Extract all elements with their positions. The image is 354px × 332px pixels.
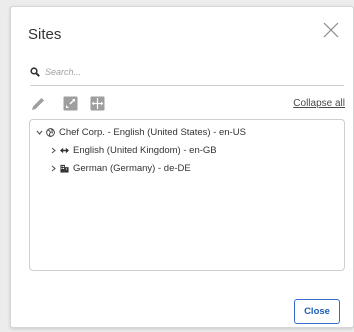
search-icon	[30, 67, 40, 77]
tree-toolbar: Collapse all	[31, 96, 345, 112]
tree-node-child[interactable]: German (Germany) - de-DE	[50, 161, 191, 175]
chevron-right-icon[interactable]	[50, 165, 57, 172]
chevron-down-icon[interactable]	[36, 129, 43, 136]
tree-node-child[interactable]: English (United Kingdom) - en-GB	[50, 143, 217, 157]
dialog-title: Sites	[28, 26, 62, 43]
close-button[interactable]: Close	[294, 299, 340, 324]
arrows-horizontal-icon	[60, 147, 69, 153]
globe-icon	[46, 127, 55, 137]
expand-icon[interactable]	[63, 96, 78, 111]
collapse-all-link[interactable]: Collapse all	[293, 98, 345, 109]
close-x-icon[interactable]	[322, 21, 340, 39]
sites-dialog: Sites Collapse all	[10, 6, 354, 328]
building-icon	[60, 164, 69, 173]
chevron-right-icon[interactable]	[50, 147, 57, 154]
search-bar	[30, 65, 344, 86]
tree-node-label[interactable]: Chef Corp. - English (United States) - e…	[59, 127, 246, 138]
tree-node-root[interactable]: Chef Corp. - English (United States) - e…	[36, 125, 246, 139]
move-icon[interactable]	[90, 96, 105, 111]
pencil-icon[interactable]	[31, 96, 46, 111]
search-input[interactable]	[45, 65, 325, 79]
tree-node-label[interactable]: German (Germany) - de-DE	[73, 163, 191, 174]
sites-tree: Chef Corp. - English (United States) - e…	[29, 119, 345, 271]
tree-node-label[interactable]: English (United Kingdom) - en-GB	[73, 145, 217, 156]
